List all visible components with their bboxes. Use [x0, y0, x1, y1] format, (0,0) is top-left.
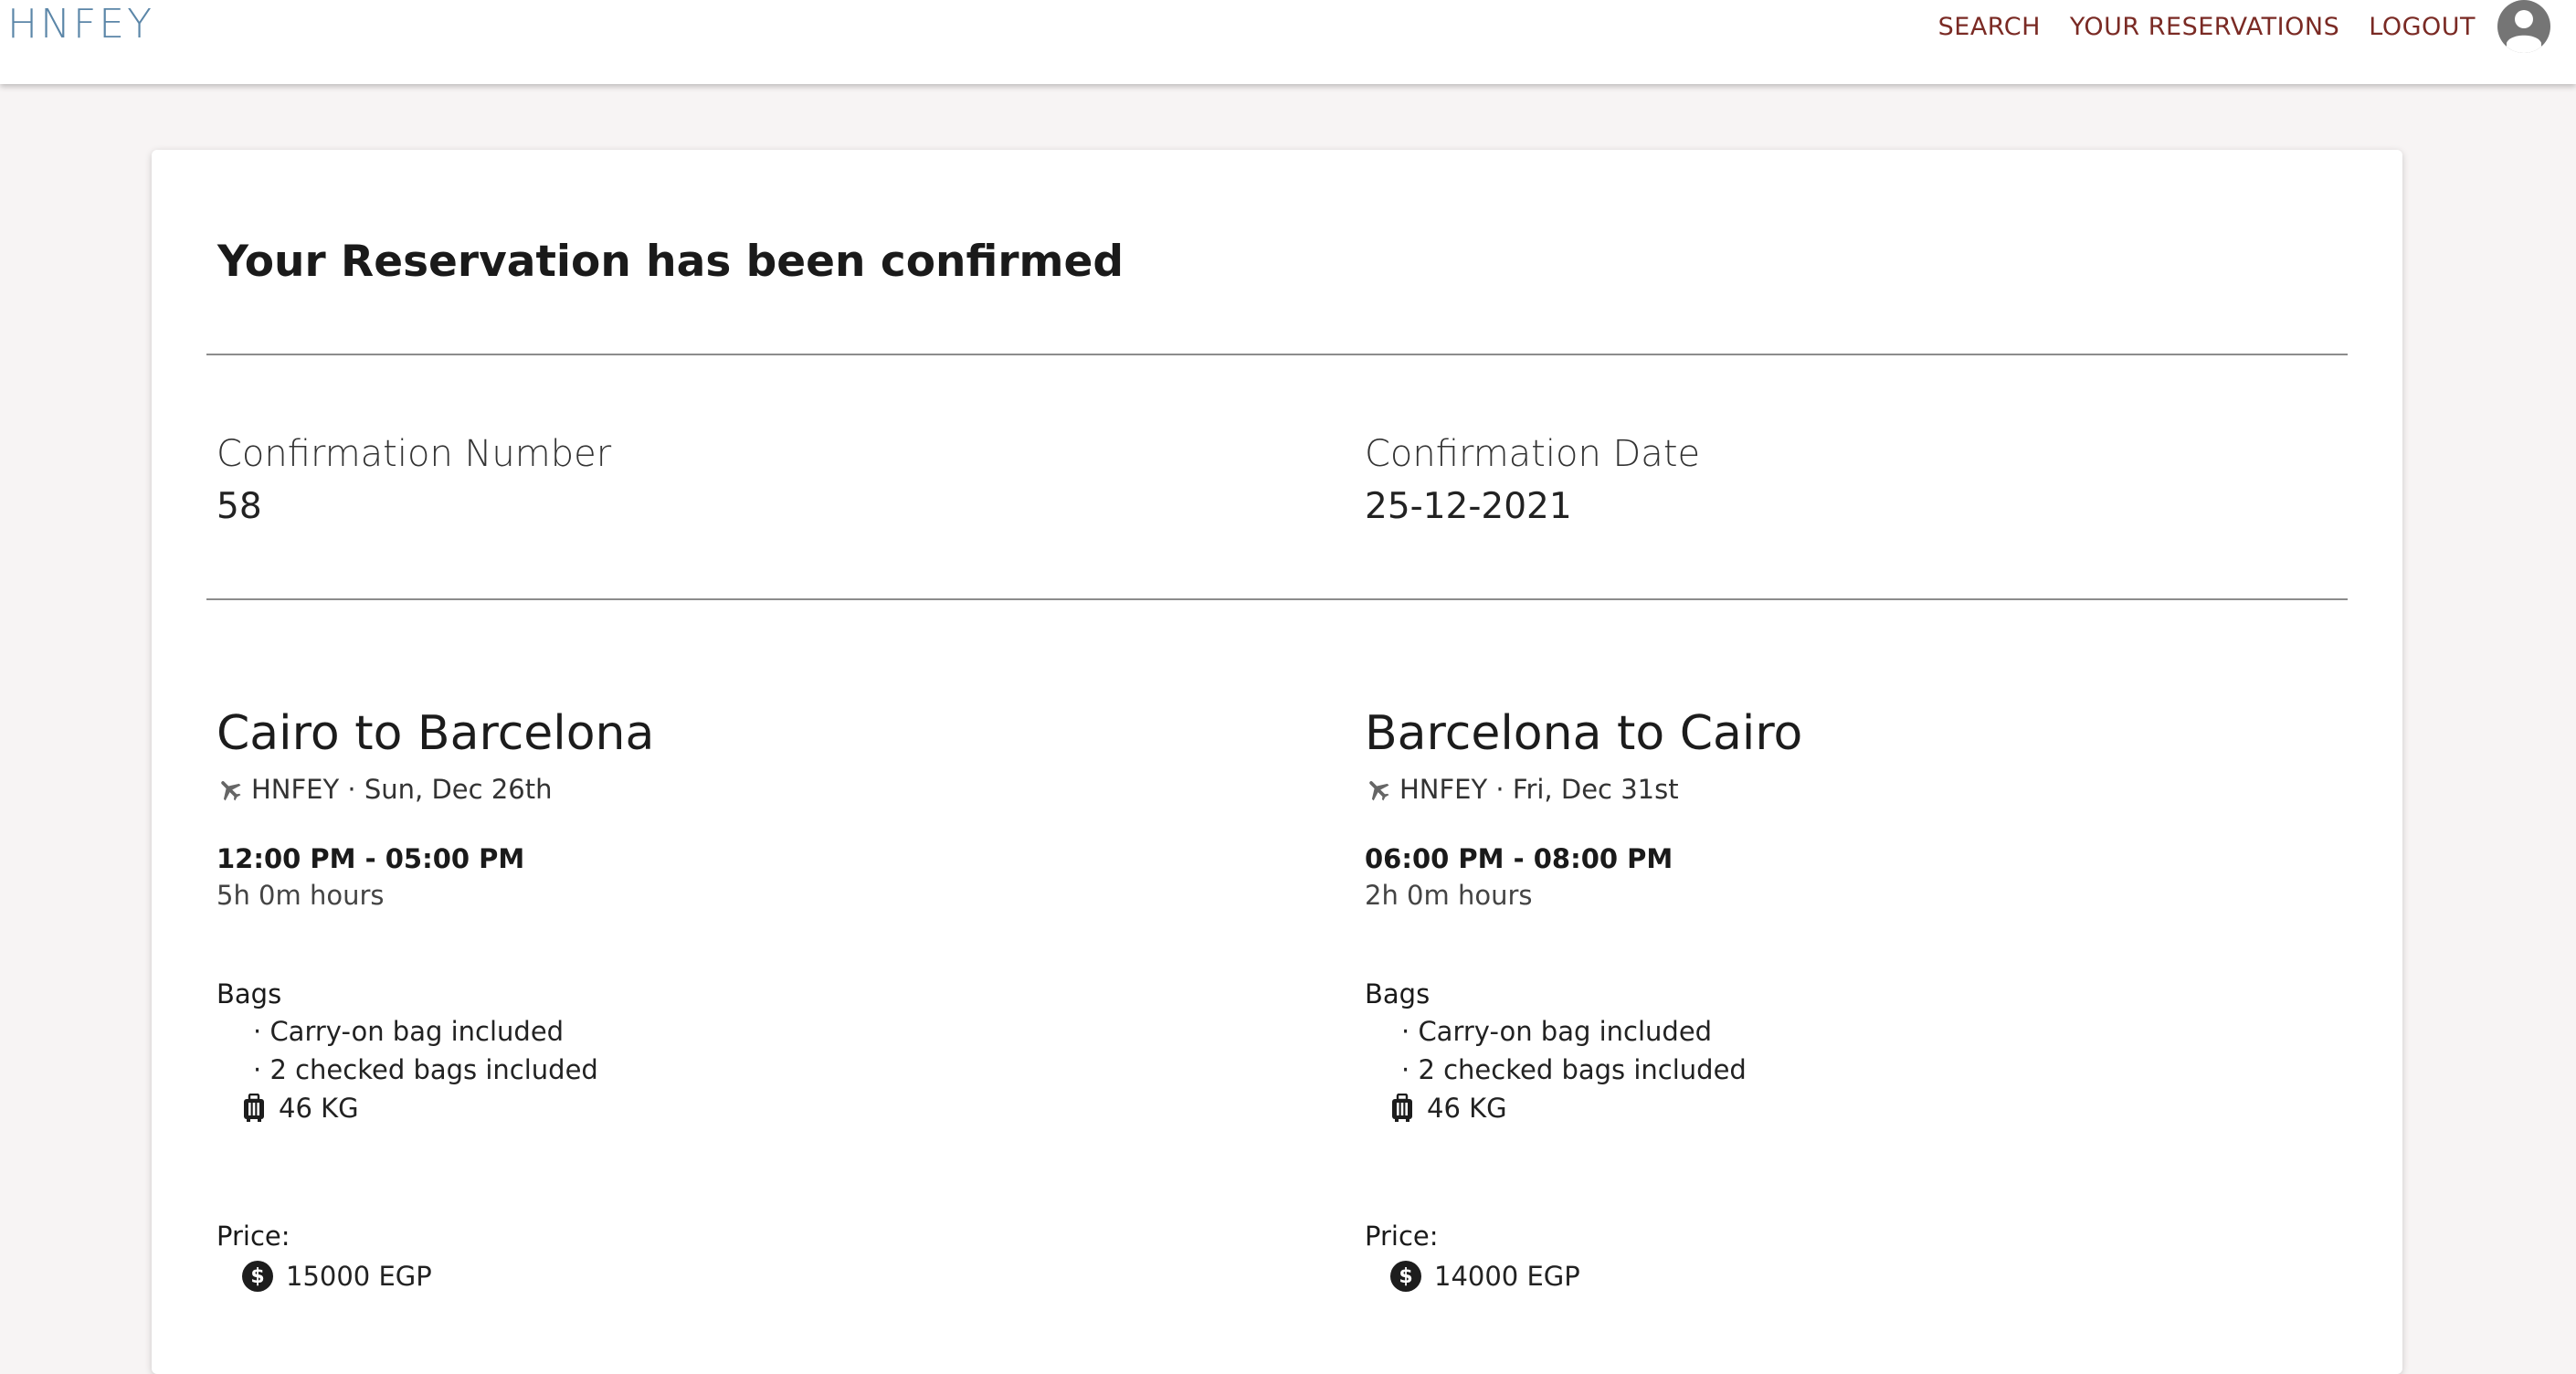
nav-your-reservations-link[interactable]: YOUR RESERVATIONS	[2070, 13, 2339, 41]
bag-item: · 2 checked bags included	[1401, 1054, 1747, 1085]
leg-airline-date: HNFEY · Sun, Dec 26th	[216, 771, 1221, 808]
bag-item: · Carry-on bag included	[1401, 1016, 1713, 1047]
divider	[206, 354, 2348, 355]
airplane-icon	[221, 781, 241, 801]
confirmation-date-value: 25-12-2021	[1365, 486, 1572, 527]
dollar-icon: $	[1390, 1261, 1421, 1292]
bag-item: · Carry-on bag included	[253, 1016, 565, 1047]
bags-label: Bags	[216, 978, 282, 1009]
leg-duration: 5h 0m hours	[216, 880, 385, 911]
confirmation-date-label: Confirmation Date	[1365, 433, 1701, 475]
leg-date: Fri, Dec 31st	[1512, 774, 1679, 805]
account-circle-icon[interactable]	[2497, 0, 2550, 53]
price-label: Price:	[1365, 1221, 1439, 1252]
leg-times: 12:00 PM - 05:00 PM	[216, 843, 525, 874]
luggage-icon	[244, 1094, 264, 1122]
separator-dot: ·	[339, 774, 364, 805]
airplane-icon	[1369, 781, 1389, 801]
divider	[206, 598, 2348, 600]
leg-airline: HNFEY	[251, 774, 340, 805]
flight-leg-outbound: Cairo to Barcelona HNFEY · Sun, Dec 26th…	[216, 703, 1221, 1297]
bag-weight-value: 46 KG	[279, 1093, 359, 1124]
bag-weight: 46 KG	[216, 1089, 1221, 1127]
luggage-icon	[1392, 1094, 1412, 1122]
nav-logout-link[interactable]: LOGOUT	[2369, 13, 2476, 41]
bag-item: · 2 checked bags included	[253, 1054, 598, 1085]
leg-airline-date: HNFEY · Fri, Dec 31st	[1365, 771, 2370, 808]
confirmation-number-label: Confirmation Number	[216, 433, 612, 475]
nav-search-link[interactable]: SEARCH	[1938, 13, 2041, 41]
nav-links: SEARCH YOUR RESERVATIONS LOGOUT	[1909, 0, 2550, 53]
dollar-icon: $	[242, 1261, 273, 1292]
price-label: Price:	[216, 1221, 290, 1252]
leg-airline: HNFEY	[1399, 774, 1488, 805]
bags-label: Bags	[1365, 978, 1431, 1009]
separator-dot: ·	[1487, 774, 1513, 805]
leg-duration: 2h 0m hours	[1365, 880, 1533, 911]
leg-times: 06:00 PM - 08:00 PM	[1365, 843, 1673, 874]
leg-route: Barcelona to Cairo	[1365, 706, 1803, 761]
price-value: 15000 EGP	[286, 1261, 432, 1292]
top-navbar: HNFEY SEARCH YOUR RESERVATIONS LOGOUT	[0, 0, 2576, 84]
price-row: $ 15000 EGP	[216, 1255, 1221, 1297]
brand-logo[interactable]: HNFEY	[7, 0, 154, 49]
reservation-card: Your Reservation has been confirmed Conf…	[152, 150, 2402, 1374]
confirmation-number-value: 58	[216, 486, 262, 527]
bag-weight-value: 46 KG	[1427, 1093, 1507, 1124]
price-row: $ 14000 EGP	[1365, 1255, 2370, 1297]
price-value: 14000 EGP	[1434, 1261, 1580, 1292]
leg-route: Cairo to Barcelona	[216, 706, 655, 761]
page-title: Your Reservation has been confirmed	[217, 237, 1124, 287]
leg-date: Sun, Dec 26th	[364, 774, 553, 805]
flight-leg-return: Barcelona to Cairo HNFEY · Fri, Dec 31st…	[1365, 703, 2370, 1297]
bag-weight: 46 KG	[1365, 1089, 2370, 1127]
